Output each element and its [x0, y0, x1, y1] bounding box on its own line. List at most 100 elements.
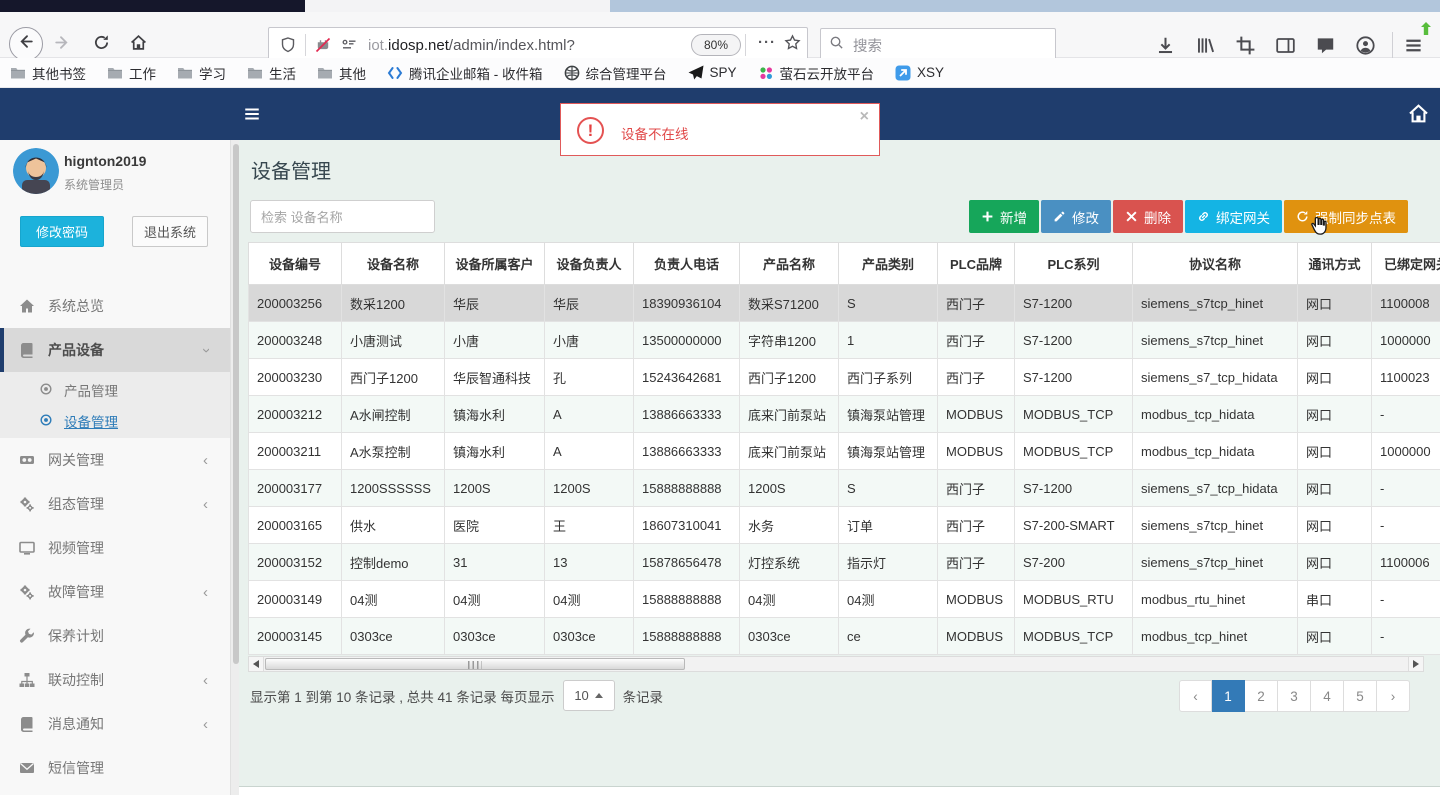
menu-button[interactable] — [1404, 36, 1423, 55]
bookmark-item[interactable]: 腾讯企业邮箱 - 收件箱 — [387, 63, 543, 83]
library-button[interactable] — [1196, 36, 1215, 55]
screenshot-button[interactable] — [1236, 36, 1255, 55]
column-header[interactable]: 产品名称 — [739, 242, 839, 285]
page-button-2[interactable]: 2 — [1245, 680, 1278, 712]
account-button[interactable] — [1356, 36, 1375, 55]
bookmark-item[interactable]: 其他书签 — [10, 63, 86, 83]
table-row[interactable]: 200003256 数采1200 华辰 华辰 18390936104 数采S71200 S 西… — [248, 284, 1440, 322]
sidebar-item-消息通知[interactable]: 消息通知 ‹ — [0, 702, 230, 746]
bookmark-star-icon[interactable] — [784, 34, 801, 56]
browser-home-button[interactable] — [128, 34, 148, 56]
forward-button[interactable] — [52, 36, 70, 54]
permissions-icon[interactable] — [341, 37, 357, 53]
bookmark-item[interactable]: SPY — [688, 65, 737, 81]
bookmark-item[interactable]: 生活 — [247, 63, 296, 83]
downloads-button[interactable] — [1156, 36, 1175, 55]
sidebar-item-联动控制[interactable]: 联动控制 ‹ — [0, 658, 230, 702]
table-row[interactable]: 200003152 控制demo 31 13 15878656478 灯控系统 指示灯 西门子… — [248, 543, 1440, 581]
bookmark-item[interactable]: XSY — [895, 65, 944, 81]
强制同步点表-button[interactable]: 强制同步点表 — [1284, 200, 1408, 233]
table-row[interactable]: 200003248 小唐测试 小唐 小唐 13500000000 字符串1200 1 西门子 S… — [248, 321, 1440, 359]
新增-button[interactable]: 新增 — [969, 200, 1039, 233]
修改-button[interactable]: 修改 — [1041, 200, 1111, 233]
avatar[interactable] — [13, 148, 59, 194]
url-text[interactable]: iot.idosp.net/admin/index.html? — [368, 37, 691, 54]
next-page-button[interactable]: › — [1377, 680, 1410, 712]
table-row[interactable]: 200003145 0303ce 0303ce 0303ce 15888888888 03… — [248, 617, 1440, 655]
bookmark-item[interactable]: 学习 — [177, 63, 226, 83]
table-row[interactable]: 200003177 1200SSSSSS 1200S 1200S 15888888888… — [248, 469, 1440, 507]
sidebar-subitem-设备管理[interactable]: 设备管理 — [0, 405, 230, 436]
table-row[interactable]: 200003165 供水 医院王 18607310041 水务 订单 西门子 S7-200-S… — [248, 506, 1440, 544]
sidebar-toggle-button[interactable] — [1276, 36, 1295, 55]
sidebar-item-保养计划[interactable]: 保养计划 — [0, 614, 230, 658]
chevron-left-icon: ‹ — [203, 495, 208, 513]
messages-button[interactable] — [1316, 36, 1335, 55]
sidebar-scrollbar-thumb[interactable] — [232, 144, 239, 664]
sidebar-collapse-button[interactable] — [243, 105, 261, 123]
scrollbar-thumb[interactable] — [265, 658, 685, 670]
active-tab-segment[interactable] — [305, 0, 610, 12]
table-cell: 字符串1200 — [739, 321, 839, 359]
bookmark-item[interactable]: 综合管理平台 — [564, 63, 667, 83]
column-header[interactable]: 产品类别 — [838, 242, 938, 285]
column-header[interactable]: 已绑定网关 — [1371, 242, 1440, 285]
horizontal-scrollbar[interactable] — [248, 656, 1424, 672]
table-cell: 1200S — [444, 469, 545, 507]
column-header[interactable]: 负责人电话 — [633, 242, 740, 285]
prev-page-button[interactable]: ‹ — [1179, 680, 1212, 712]
page-button-5[interactable]: 5 — [1344, 680, 1377, 712]
sidebar-item-产品设备[interactable]: 产品设备 ‹ — [0, 328, 230, 372]
sidebar-item-故障管理[interactable]: 故障管理 ‹ — [0, 570, 230, 614]
sidebar-item-视频管理[interactable]: 视频管理 — [0, 526, 230, 570]
home-icon — [130, 34, 147, 56]
sidebar-item-组态管理[interactable]: 组态管理 ‹ — [0, 482, 230, 526]
column-header[interactable]: 设备所属客户 — [444, 242, 545, 285]
page-button-3[interactable]: 3 — [1278, 680, 1311, 712]
sidebar-item-网关管理[interactable]: 网关管理 ‹ — [0, 438, 230, 482]
column-header[interactable]: 协议名称 — [1132, 242, 1298, 285]
table-cell: MODBUS — [937, 580, 1015, 618]
table-row[interactable]: 200003211 A水泵控制 镇海水利 A 13886663333 底来门前泵站 镇海泵站… — [248, 432, 1440, 470]
table-row[interactable]: 200003149 04测 04测 04测 15888888888 04测 04测 MODBU… — [248, 580, 1440, 618]
button-label: 删除 — [1144, 210, 1171, 226]
sidebar-item-短信管理[interactable]: 短信管理 — [0, 746, 230, 790]
scroll-right-button[interactable] — [1408, 657, 1423, 671]
绑定网关-button[interactable]: 绑定网关 — [1185, 200, 1282, 233]
shield-icon[interactable] — [280, 37, 296, 53]
删除-button[interactable]: 删除 — [1113, 200, 1183, 233]
sidebar-item-系统总览[interactable]: 系统总览 — [0, 284, 230, 328]
alert-close-icon[interactable]: × — [860, 108, 869, 126]
table-row[interactable]: 200003212 A水闸控制 镇海水利 A 13886663333 底来门前泵站 镇海泵站… — [248, 395, 1440, 433]
plugin-blocked-icon[interactable] — [315, 37, 331, 53]
app-home-button[interactable] — [1408, 103, 1429, 124]
back-button[interactable] — [9, 27, 43, 61]
column-header[interactable]: PLC品牌 — [937, 242, 1015, 285]
column-header[interactable]: 通讯方式 — [1297, 242, 1372, 285]
column-header[interactable]: 设备名称 — [341, 242, 445, 285]
page-button-4[interactable]: 4 — [1311, 680, 1344, 712]
column-header[interactable]: PLC系列 — [1014, 242, 1133, 285]
column-header[interactable]: 设备编号 — [248, 242, 342, 285]
sidebar-scrollbar[interactable] — [230, 140, 239, 795]
page-size-dropdown[interactable]: 10 — [562, 680, 615, 711]
reload-button[interactable] — [92, 35, 110, 54]
sidebar-subitem-产品管理[interactable]: 产品管理 — [0, 374, 230, 405]
table-cell: 小唐 — [444, 321, 545, 359]
bookmark-item[interactable]: 萤石云开放平台 — [758, 63, 874, 83]
gears-icon — [19, 496, 36, 513]
logout-button[interactable]: 退出系统 — [132, 216, 208, 247]
table-row[interactable]: 200003230 西门子1200 华辰智通科技孔 15243642681 西门子120… — [248, 358, 1440, 396]
bookmark-item[interactable]: 工作 — [107, 63, 156, 83]
device-search-input[interactable]: 检索 设备名称 — [250, 200, 435, 233]
envelope-icon — [19, 760, 36, 777]
browser-search-box[interactable]: 搜索 — [820, 28, 1056, 62]
page-actions-icon[interactable]: ··· — [758, 34, 776, 51]
scroll-left-button[interactable] — [249, 657, 264, 671]
page-button-1[interactable]: 1 — [1212, 680, 1245, 712]
change-password-button[interactable]: 修改密码 — [20, 216, 104, 247]
zoom-level-badge[interactable]: 80% — [691, 34, 741, 56]
column-header[interactable]: 设备负责人 — [544, 242, 634, 285]
table-cell: 13 — [544, 543, 634, 581]
bookmark-item[interactable]: 其他 — [317, 63, 366, 83]
